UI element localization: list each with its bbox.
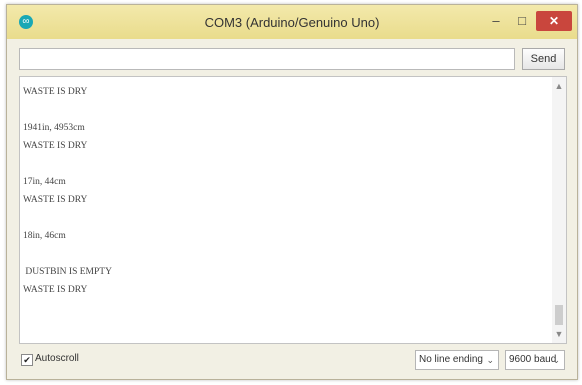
serial-input[interactable]	[19, 48, 515, 70]
status-row: ✔ Autoscroll No line ending ⌄ 9600 baud …	[19, 348, 567, 372]
minimize-button[interactable]: –	[485, 11, 507, 31]
output-line: WASTE IS DRY	[23, 285, 88, 295]
output-line: DUSTBIN IS EMPTY	[23, 267, 112, 277]
scroll-down-icon[interactable]: ▼	[552, 329, 566, 341]
chevron-down-icon: ⌄	[486, 355, 494, 365]
output-lines: WASTE IS DRY 1941in, 4953cm WASTE IS DRY 17…	[23, 83, 551, 299]
chevron-down-icon: ⌄	[552, 355, 560, 365]
line-ending-select[interactable]: No line ending ⌄	[415, 350, 499, 370]
output-line: 18in, 46cm	[23, 231, 66, 241]
baud-rate-value: 9600 baud	[509, 354, 557, 365]
serial-output[interactable]: WASTE IS DRY 1941in, 4953cm WASTE IS DRY 17…	[19, 76, 567, 344]
autoscroll-label: Autoscroll	[35, 353, 79, 364]
scroll-thumb[interactable]	[555, 305, 563, 325]
send-button[interactable]: Send	[522, 48, 565, 70]
output-line: WASTE IS DRY	[23, 195, 88, 205]
line-ending-value: No line ending	[419, 354, 483, 365]
baud-rate-select[interactable]: 9600 baud ⌄	[505, 350, 565, 370]
close-button[interactable]: ✕	[536, 11, 572, 31]
scroll-up-icon[interactable]: ▲	[552, 81, 566, 93]
output-line: WASTE IS DRY	[23, 141, 88, 151]
output-line: 17in, 44cm	[23, 177, 66, 187]
output-line: WASTE IS DRY	[23, 87, 88, 97]
send-row: Send	[19, 48, 567, 72]
vertical-scrollbar[interactable]: ▲ ▼	[552, 77, 566, 343]
autoscroll-checkbox[interactable]: ✔	[21, 354, 33, 366]
serial-monitor-window: ∞ COM3 (Arduino/Genuino Uno) – □ ✕ Send …	[6, 4, 578, 380]
output-line: 1941in, 4953cm	[23, 123, 85, 133]
title-bar: ∞ COM3 (Arduino/Genuino Uno) – □ ✕	[7, 5, 577, 39]
maximize-button[interactable]: □	[511, 11, 533, 31]
